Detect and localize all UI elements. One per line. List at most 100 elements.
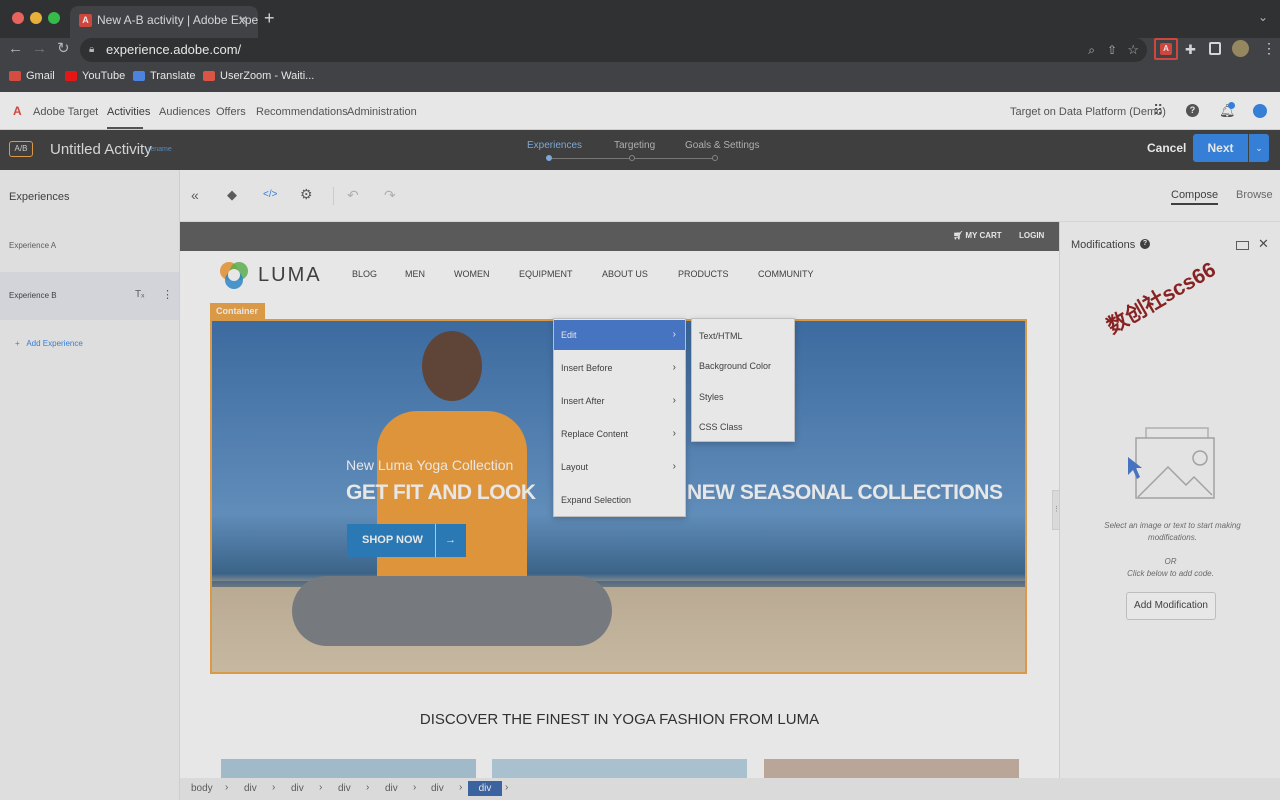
site-nav-products[interactable]: PRODUCTS [678,269,729,279]
compose-tab[interactable]: Compose [1171,189,1219,205]
redo-icon[interactable]: ↷ [384,187,396,204]
submenu-styles[interactable]: Styles [692,382,794,412]
luma-logo-text[interactable]: LUMA [258,264,322,287]
close-tab-icon[interactable]: ✕ [238,6,248,34]
settings-gear-icon[interactable]: ⚙ [300,186,313,203]
menu-item-edit[interactable]: Edit › [554,320,685,350]
crumb-div[interactable]: div [385,783,398,794]
panel-resize-handle[interactable]: ⋮ [1052,490,1060,530]
site-nav-community[interactable]: COMMUNITY [758,269,814,279]
nav-activities[interactable]: Activities [107,106,150,118]
menu-item-insert-after[interactable]: Insert After › [554,386,685,416]
product-name[interactable]: Adobe Target [33,106,98,118]
undo-icon[interactable]: ↶ [347,187,359,204]
luma-logo-icon[interactable] [218,259,250,291]
site-nav-about-us[interactable]: ABOUT US [602,269,648,279]
help-icon[interactable]: ? [1186,104,1199,117]
cart-link[interactable]: 🛒︎ MY CART [953,231,1002,240]
site-nav-women[interactable]: WOMEN [454,269,490,279]
device-preview-icon[interactable] [1236,241,1249,250]
reload-icon[interactable]: ↻ [57,39,70,57]
tab-search-icon[interactable]: ⌄ [1258,10,1268,24]
layers-icon[interactable]: ◆ [227,187,237,203]
rename-experience-icon[interactable]: Tₓ [135,289,144,300]
product-thumb-1[interactable] [221,759,476,778]
site-nav-blog[interactable]: BLOG [352,269,377,279]
close-window-icon[interactable] [12,12,24,24]
browser-tab[interactable]: A New A-B activity | Adobe Expe ✕ [70,6,258,38]
next-button[interactable]: Next [1193,134,1248,162]
product-thumb-3[interactable] [764,759,1019,778]
adobe-extension-icon[interactable]: A [1154,38,1178,60]
site-nav-men[interactable]: MEN [405,269,425,279]
shop-now-button[interactable]: SHOP NOW → [347,524,466,557]
menu-item-layout[interactable]: Layout › [554,452,685,482]
site-top-bar: 🛒︎ MY CART LOGIN [180,222,1059,251]
bookmark-star-icon[interactable]: ☆ [1127,38,1139,62]
nav-recommendations[interactable]: Recommendations [256,106,348,118]
nav-administration[interactable]: Administration [347,106,417,118]
step-targeting[interactable]: Targeting [614,140,655,151]
submenu-text-html[interactable]: Text/HTML [692,321,794,351]
experiences-panel: Experiences Experience A Experience B Tₓ… [0,170,180,800]
url-input[interactable]: 🔒︎ experience.adobe.com/ ⌕ ⇧ ☆ [80,38,1147,62]
site-nav-equipment[interactable]: EQUIPMENT [519,269,573,279]
context-menu: Edit › Insert Before › Insert After › Repla… [553,318,686,517]
bookmark-gmail[interactable]: Gmail [9,70,55,82]
crumb-div[interactable]: div [291,783,304,794]
menu-item-insert-before[interactable]: Insert Before › [554,353,685,383]
user-avatar[interactable] [1253,104,1267,118]
crumb-div[interactable]: div [244,783,257,794]
app-switcher-icon[interactable]: ⠿ [1153,102,1163,119]
product-thumb-2[interactable] [492,759,747,778]
adobe-logo-icon[interactable]: A [13,104,22,118]
nav-active-indicator [107,127,143,129]
bookmark-userzoom[interactable]: UserZoom - Waiti... [203,70,314,82]
add-modification-button[interactable]: Add Modification [1126,592,1216,620]
share-icon[interactable]: ⇧ [1107,38,1117,62]
browser-menu-icon[interactable]: ⋮ [1262,40,1276,57]
bookmark-youtube[interactable]: YouTube [65,70,125,82]
step-experiences[interactable]: Experiences [527,140,582,151]
submenu-background-color[interactable]: Background Color [692,351,794,381]
more-options-icon[interactable]: ⋮ [162,288,173,301]
browse-tab[interactable]: Browse [1236,189,1273,201]
nav-audiences[interactable]: Audiences [159,106,210,118]
submenu-css-class[interactable]: CSS Class [692,412,794,442]
experience-b-row[interactable]: Experience B Tₓ ⋮ [0,272,179,320]
collapse-panel-icon[interactable]: « [191,187,199,203]
maximize-window-icon[interactable] [48,12,60,24]
profile-avatar[interactable] [1232,40,1249,57]
step-goals-settings[interactable]: Goals & Settings [685,140,759,151]
experience-a[interactable]: Experience A [9,241,56,250]
or-separator: OR [1164,557,1177,566]
activity-bar: A/B Untitled Activity rename Experiences… [0,130,1280,170]
new-tab-icon[interactable]: + [264,8,275,29]
crumb-div[interactable]: div [338,783,351,794]
cancel-button[interactable]: Cancel [1147,141,1186,155]
add-experience-link[interactable]: + Add Experience [15,339,83,348]
minimize-window-icon[interactable] [30,12,42,24]
forward-icon[interactable]: → [32,40,47,57]
close-panel-icon[interactable]: ✕ [1258,236,1269,252]
zoom-icon[interactable]: ⌕ [1088,38,1095,62]
side-panel-icon[interactable] [1209,42,1221,55]
crumb-div[interactable]: div [431,783,444,794]
login-link[interactable]: LOGIN [1019,231,1044,240]
crumb-div-selected[interactable]: div [468,781,502,796]
menu-item-replace-content[interactable]: Replace Content › [554,419,685,449]
code-editor-icon[interactable]: </> [263,189,277,200]
help-icon[interactable]: ? [1140,239,1150,249]
workspace-selector[interactable]: Target on Data Platform (Demo) [1010,106,1166,118]
next-dropdown-icon[interactable]: ⌄ [1249,134,1269,162]
menu-item-expand-selection[interactable]: Expand Selection [554,485,685,515]
crumb-body[interactable]: body [191,783,213,794]
back-icon[interactable]: ← [8,40,23,57]
modifications-title: Modifications [1071,239,1136,251]
rename-link[interactable]: rename [148,146,172,153]
nav-offers[interactable]: Offers [216,106,246,118]
bookmark-translate[interactable]: Translate [133,70,195,82]
activity-title[interactable]: Untitled Activity [50,141,152,158]
translate-icon [133,71,145,81]
extensions-icon[interactable]: ✚ [1185,42,1196,58]
